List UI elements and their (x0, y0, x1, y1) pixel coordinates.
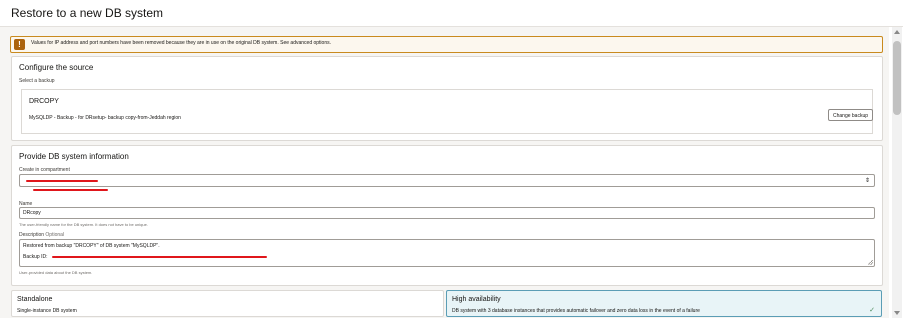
section-title-info: Provide DB system information (19, 152, 129, 161)
configure-source-section: Configure the source Select a backup DRC… (11, 56, 883, 141)
page-header: Restore to a new DB system (0, 0, 903, 27)
notice-text: Values for IP address and port numbers h… (31, 40, 331, 46)
db-system-info-section: Provide DB system information Create in … (11, 145, 883, 286)
warning-notice: ! Values for IP address and port numbers… (10, 36, 883, 53)
warning-icon: ! (14, 39, 25, 50)
checkmark-icon: ✓ (869, 307, 875, 314)
standalone-title: Standalone (17, 296, 53, 303)
standalone-desc: Single-instance DB system (17, 308, 77, 314)
compartment-select[interactable]: ⇕ (19, 174, 875, 187)
scrollbar[interactable] (892, 27, 902, 318)
description-textarea[interactable]: Restored from backup "DRCOPY" of DB syst… (19, 239, 875, 267)
name-value: DRcopy (23, 210, 41, 216)
chevron-updown-icon: ⇕ (864, 178, 870, 184)
redaction-mark (52, 256, 267, 258)
scroll-down-icon[interactable] (894, 311, 900, 315)
scroll-up-icon[interactable] (894, 30, 900, 34)
description-optional: Optional (45, 232, 65, 238)
scroll-thumb[interactable] (893, 41, 901, 115)
backup-card: DRCOPY MySQLDP - Backup - for DRsetup- b… (21, 89, 873, 134)
redaction-mark (26, 180, 98, 182)
change-backup-button[interactable]: Change backup (828, 109, 873, 121)
page-title: Restore to a new DB system (11, 6, 164, 20)
resize-grip-icon[interactable] (868, 260, 873, 265)
description-label-text: Description (19, 232, 45, 238)
select-backup-label: Select a backup (19, 78, 55, 84)
backup-name: DRCOPY (29, 98, 59, 105)
name-help: The user-friendly name for the DB system… (19, 222, 148, 227)
section-title-source: Configure the source (19, 63, 94, 72)
high-availability-tile[interactable]: High availability DB system with 3 datab… (446, 290, 882, 317)
description-label: Description Optional (19, 232, 64, 238)
description-line-1: Restored from backup "DRCOPY" of DB syst… (23, 243, 160, 249)
high-availability-title: High availability (452, 296, 501, 303)
compartment-label: Create in compartment (19, 167, 70, 173)
name-input[interactable]: DRcopy (19, 207, 875, 219)
backup-description: MySQLDP - Backup - for DRsetup- backup c… (29, 115, 181, 121)
redaction-mark (33, 189, 108, 191)
description-line-2: Backup ID: (23, 254, 48, 260)
standalone-tile[interactable]: Standalone Single-instance DB system (11, 290, 444, 317)
description-help: User-provided data about the DB system. (19, 270, 93, 275)
high-availability-desc: DB system with 3 database instances that… (452, 308, 700, 314)
